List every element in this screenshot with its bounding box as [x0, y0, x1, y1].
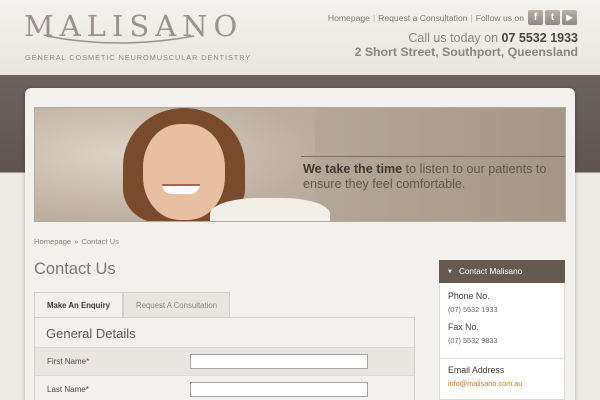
fax-value: (07) 5532 9833	[448, 336, 498, 345]
tab-make-an-enquiry[interactable]: Make An Enquiry	[34, 292, 123, 319]
breadcrumb-homepage-link[interactable]: Homepage	[34, 237, 71, 246]
nav-divider: |	[372, 13, 376, 23]
site-header: MALISANO GENERAL COSMETIC NEUROMUSCULAR …	[0, 0, 600, 75]
youtube-icon[interactable]: ▶	[562, 10, 577, 25]
nav-divider: |	[470, 13, 473, 23]
phone-value: (07) 5532 1933	[448, 305, 498, 314]
banner-message: We take the time to listen to our patien…	[303, 162, 563, 191]
first-name-row: First Name*	[35, 347, 414, 375]
first-name-input[interactable]	[190, 354, 368, 369]
patient-photo-face	[143, 124, 225, 220]
fax-label: Fax No.	[448, 322, 479, 332]
form-heading: General Details	[46, 326, 136, 341]
top-navigation: Homepage | Request a Consultation | Follow u…	[328, 13, 524, 23]
first-name-label: First Name*	[47, 357, 89, 366]
facebook-icon[interactable]: f	[528, 10, 543, 25]
required-marker: *	[85, 385, 89, 394]
sidebar-heading-text: Contact Malisano	[458, 267, 523, 276]
follow-us-label: Follow us on	[475, 13, 524, 23]
enquiry-form: General Details First Name* Last Name*	[34, 317, 415, 400]
required-marker: *	[86, 357, 90, 366]
page-title: Contact Us	[34, 260, 116, 278]
sidebar-contact-details: Phone No. (07) 5532 1933 Fax No. (07) 55…	[439, 283, 565, 400]
patient-photo-shirt	[210, 198, 330, 221]
last-name-row: Last Name*	[35, 375, 414, 400]
triangle-down-icon: ▼	[447, 269, 453, 275]
phone-label: Phone No.	[448, 291, 490, 301]
topnav-request-consultation-link[interactable]: Request a Consultation	[378, 13, 467, 23]
header-address: 2 Short Street, Southport, Queensland	[354, 45, 578, 59]
first-name-label-text: First Name	[47, 357, 87, 366]
last-name-input[interactable]	[190, 382, 368, 397]
tagline: GENERAL COSMETIC NEUROMUSCULAR DENTISTRY	[25, 53, 252, 62]
hero-banner: We take the time to listen to our patien…	[34, 107, 566, 222]
email-label: Email Address	[448, 365, 505, 375]
enquiry-tabs: Make An Enquiry Request A Consultation	[34, 292, 231, 319]
sidebar-contact-heading[interactable]: ▼ Contact Malisano	[439, 260, 565, 283]
twitter-icon[interactable]: t	[545, 10, 560, 25]
banner-emphasis: We take the time	[303, 162, 403, 176]
breadcrumb: Homepage» Contact Us	[34, 237, 119, 246]
logo-swoosh	[45, 35, 195, 44]
last-name-label-text: Last Name	[47, 385, 86, 394]
patient-photo-smile	[162, 184, 200, 194]
topnav-homepage-link[interactable]: Homepage	[328, 13, 370, 23]
header-phone-number: 07 5532 1933	[501, 31, 578, 45]
breadcrumb-current: Contact Us	[81, 237, 119, 246]
tab-request-a-consultation[interactable]: Request A Consultation	[122, 292, 231, 318]
call-prefix: Call us today on	[408, 31, 499, 45]
sidebar-divider	[440, 358, 564, 359]
banner-rule	[301, 156, 565, 157]
last-name-label: Last Name*	[47, 385, 89, 394]
breadcrumb-separator: »	[74, 237, 79, 246]
call-us-line: Call us today on 07 5532 1933	[408, 31, 578, 45]
email-link[interactable]: info@malisano.com.au	[448, 379, 522, 388]
